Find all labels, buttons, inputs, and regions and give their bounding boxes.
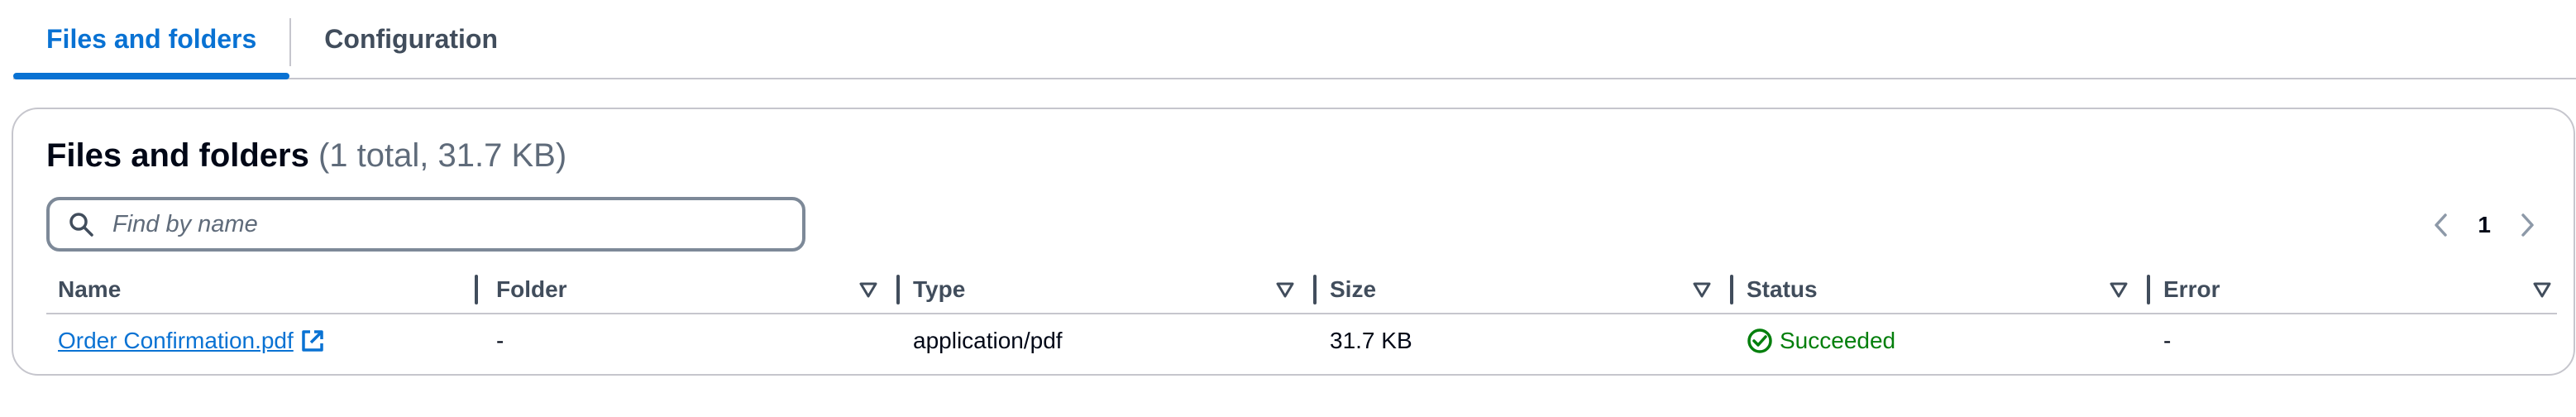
- column-resizer[interactable]: [896, 275, 900, 304]
- sort-icon[interactable]: [1692, 280, 1712, 300]
- column-header-label: Error: [2163, 276, 2220, 302]
- sort-icon[interactable]: [2109, 280, 2129, 300]
- cell-folder: -: [485, 316, 898, 366]
- search-box[interactable]: [46, 197, 805, 252]
- pagination: 1: [2431, 200, 2537, 250]
- sort-icon[interactable]: [1275, 280, 1295, 300]
- column-header-label: Type: [913, 276, 966, 302]
- table-row: Order Confirmation.pdf - application/pdf…: [46, 316, 2557, 366]
- folder-value: -: [496, 328, 504, 353]
- panel-title-text: Files and folders: [46, 137, 309, 174]
- column-header-type[interactable]: Type: [901, 265, 1317, 314]
- cell-type: application/pdf: [901, 316, 1315, 366]
- size-value: 31.7 KB: [1330, 328, 1412, 353]
- tab-configuration[interactable]: Configuration: [291, 0, 531, 78]
- column-header-label: Name: [58, 276, 122, 302]
- panel-counter: (1 total, 31.7 KB): [318, 137, 567, 174]
- success-check-icon: [1747, 328, 1772, 353]
- cell-status: Succeeded: [1735, 316, 2148, 366]
- column-header-size[interactable]: Size: [1318, 265, 1733, 314]
- panel-title: Files and folders (1 total, 31.7 KB): [46, 137, 566, 175]
- column-resizer[interactable]: [2147, 275, 2150, 304]
- page-number[interactable]: 1: [2478, 212, 2491, 238]
- cell-name: Order Confirmation.pdf: [46, 316, 476, 366]
- search-icon: [69, 213, 93, 237]
- tab-files-and-folders[interactable]: Files and folders: [13, 0, 290, 79]
- sort-icon[interactable]: [858, 280, 878, 300]
- column-header-name[interactable]: Name: [46, 265, 478, 314]
- sort-icon[interactable]: [2532, 280, 2552, 300]
- search-input[interactable]: [111, 209, 789, 239]
- files-container: Files and folders (1 total, 31.7 KB) 1 N…: [12, 108, 2575, 376]
- column-header-label: Status: [1747, 276, 1818, 302]
- cell-error: -: [2152, 316, 2557, 366]
- file-link[interactable]: Order Confirmation.pdf: [46, 328, 325, 354]
- status-text: Succeeded: [1780, 328, 1896, 353]
- tab-bar: Files and folders Configuration: [13, 0, 2576, 79]
- cell-size: 31.7 KB: [1318, 316, 1732, 366]
- type-value: application/pdf: [913, 328, 1063, 353]
- external-link-icon[interactable]: [300, 328, 325, 353]
- table-header: Name Folder Type Size Status Error: [46, 265, 2557, 314]
- chevron-right-icon[interactable]: [2517, 212, 2537, 238]
- chevron-left-icon[interactable]: [2431, 212, 2451, 238]
- column-header-label: Size: [1330, 276, 1377, 302]
- column-resizer[interactable]: [1730, 275, 1733, 304]
- column-header-error[interactable]: Error: [2152, 265, 2557, 314]
- status-indicator: Succeeded: [1735, 328, 1895, 354]
- column-header-status[interactable]: Status: [1735, 265, 2150, 314]
- column-header-folder[interactable]: Folder: [485, 265, 900, 314]
- column-resizer[interactable]: [1313, 275, 1317, 304]
- column-header-label: Folder: [496, 276, 567, 302]
- column-resizer[interactable]: [475, 275, 478, 304]
- file-name[interactable]: Order Confirmation.pdf: [58, 328, 294, 354]
- error-value: -: [2163, 328, 2172, 353]
